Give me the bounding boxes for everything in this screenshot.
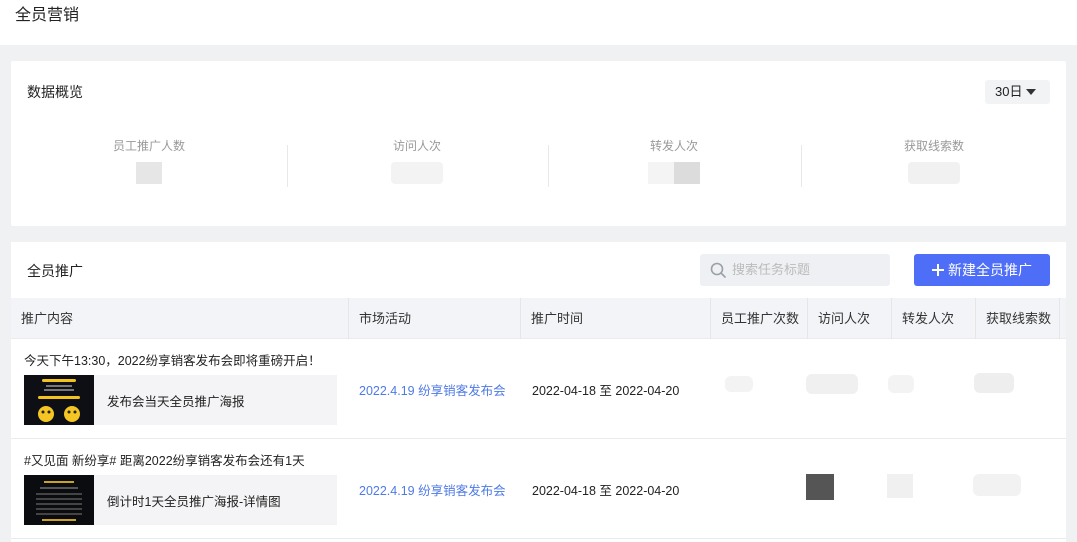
- promotion-headline: #又见面 新纷享# 距离2022纷享销客发布会还有1天: [24, 454, 305, 468]
- column-header[interactable]: 员工推广次数: [711, 298, 808, 339]
- stat-value-blurred: [648, 162, 700, 184]
- value-blurred: [725, 376, 753, 392]
- value-blurred: [806, 474, 834, 500]
- stat-label: 获取线索数: [903, 139, 964, 153]
- stat-label: 员工推广人数: [112, 139, 185, 153]
- poster-thumbnail-image: [24, 475, 94, 525]
- stat-divider: [548, 145, 549, 187]
- promotion-time: 2022-04-18 至 2022-04-20: [532, 384, 680, 398]
- stat-divider: [801, 145, 802, 187]
- stat-value-blurred: [136, 162, 162, 184]
- new-promotion-label: 新建全员推广: [948, 262, 1032, 278]
- value-blurred: [973, 474, 1021, 496]
- value-blurred: [806, 374, 858, 394]
- table-row[interactable]: 今天下午13:30，2022纷享销客发布会即将重磅开启！ 发布会当天全员推广海报…: [11, 339, 1066, 439]
- value-blurred: [888, 375, 914, 393]
- stat-forwards: 转发人次: [624, 137, 724, 184]
- promotion-card: 全员推广 搜索任务标题 新建全员推广 推广内容 市场活动 推广时间 员工推广次数…: [11, 242, 1066, 542]
- column-header[interactable]: 获取线索数: [976, 298, 1060, 339]
- stat-label: 转发人次: [649, 139, 698, 153]
- column-header[interactable]: 推广内容: [11, 298, 349, 339]
- page-title: 全员营销: [15, 7, 80, 24]
- page-header: 全员营销: [0, 0, 1077, 45]
- promotion-headline: 今天下午13:30，2022纷享销客发布会即将重磅开启！: [24, 354, 321, 368]
- overview-title: 数据概览: [27, 84, 83, 100]
- stat-label: 访问人次: [392, 139, 441, 153]
- stat-value-blurred: [391, 162, 443, 184]
- poster-name: 倒计时1天全员推广海报-详情图: [107, 495, 281, 509]
- value-blurred: [887, 474, 913, 498]
- promotion-time: 2022-04-18 至 2022-04-20: [532, 484, 680, 498]
- activity-link[interactable]: 2022.4.19 纷享销客发布会: [359, 480, 506, 499]
- value-blurred: [974, 373, 1014, 393]
- stat-leads: 获取线索数: [884, 137, 984, 184]
- plus-icon: [932, 264, 944, 276]
- search-placeholder: 搜索任务标题: [732, 262, 811, 277]
- date-range-value: 30日: [995, 84, 1023, 99]
- column-header[interactable]: 推广时间: [521, 298, 711, 339]
- activity-link[interactable]: 2022.4.19 纷享销客发布会: [359, 380, 506, 399]
- search-icon: [710, 262, 726, 278]
- data-overview-card: 数据概览 30日 员工推广人数 访问人次 转发人次 获取线索数: [11, 61, 1066, 226]
- caret-down-icon: [1026, 89, 1036, 95]
- poster-card[interactable]: 倒计时1天全员推广海报-详情图: [24, 475, 337, 525]
- stat-value-blurred: [908, 162, 960, 184]
- poster-card[interactable]: 发布会当天全员推广海报: [24, 375, 337, 425]
- date-range-select[interactable]: 30日: [985, 80, 1050, 104]
- table-header: 推广内容 市场活动 推广时间 员工推广次数 访问人次 转发人次 获取线索数: [11, 298, 1066, 339]
- column-header[interactable]: 转发人次: [892, 298, 976, 339]
- new-promotion-button[interactable]: 新建全员推广: [914, 254, 1050, 286]
- poster-thumbnail-image: [24, 375, 94, 425]
- search-input[interactable]: 搜索任务标题: [700, 254, 890, 286]
- column-header[interactable]: 市场活动: [349, 298, 521, 339]
- stat-employee-promoters: 员工推广人数: [99, 137, 199, 184]
- poster-name: 发布会当天全员推广海报: [107, 395, 245, 409]
- stat-visits: 访问人次: [367, 137, 467, 184]
- promotion-title: 全员推广: [27, 263, 83, 279]
- table-row[interactable]: #又见面 新纷享# 距离2022纷享销客发布会还有1天 倒计时1天全员推广海报-…: [11, 439, 1066, 539]
- poster-thumbnail: [24, 375, 94, 425]
- poster-thumbnail: [24, 475, 94, 525]
- stat-divider: [287, 145, 288, 187]
- column-header[interactable]: 访问人次: [808, 298, 892, 339]
